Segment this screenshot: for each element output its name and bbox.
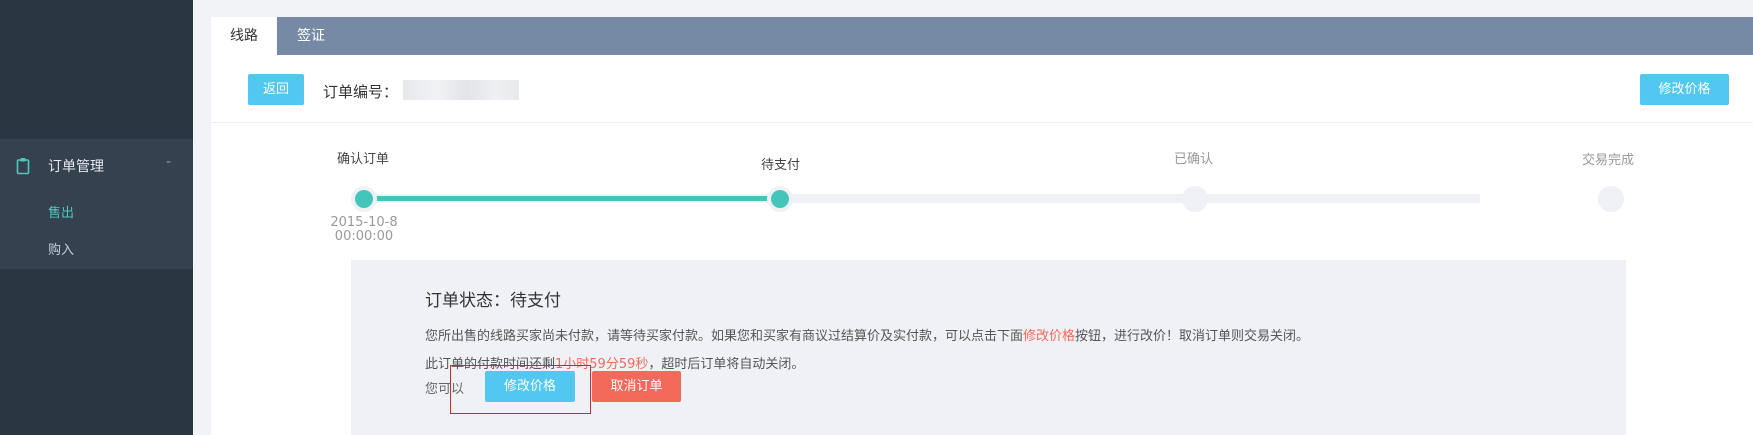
submenu-item-sold[interactable]: 售出 (48, 202, 74, 221)
tab-bar: 线路 签证 (211, 17, 1753, 55)
collapse-icon[interactable]: - (166, 154, 171, 170)
step-label-confirmed: 已确认 (1174, 152, 1214, 167)
status-message-text-end: 按钮，进行改价！取消订单则交易关闭。 (1075, 329, 1310, 344)
step-dot-confirmed (1182, 186, 1208, 212)
back-button[interactable]: 返回 (248, 74, 304, 105)
step-time-date: 2015-10-8 (330, 215, 398, 230)
submenu-item-bought[interactable]: 购入 (48, 239, 74, 258)
menu-item-label: 订单管理 (48, 159, 104, 175)
order-status-box: 订单状态：待支付 您所出售的线路买家尚未付款，请等待买家付款。如果您和买家有商议… (351, 260, 1626, 435)
order-number-label: 订单编号： (323, 83, 399, 101)
main-panel: 线路 签证 返回 订单编号： 修改价格 确认订单 待支付 已确认 交易完成 20… (211, 17, 1753, 435)
menu-item-order-management[interactable]: 订单管理 - (0, 139, 193, 193)
status-message: 您所出售的线路买家尚未付款，请等待买家付款。如果您和买家有商议过结算价及实付款，… (425, 325, 1309, 344)
countdown-text-end: ，超时后订单将自动关闭。 (648, 357, 805, 372)
step-label-confirm: 确认订单 (337, 152, 390, 167)
cancel-order-button[interactable]: 取消订单 (592, 371, 681, 402)
order-status-title: 订单状态：待支付 (425, 291, 561, 311)
status-message-highlight: 修改价格 (1023, 329, 1076, 344)
step-dot-completed (1598, 186, 1624, 212)
edit-price-button-top[interactable]: 修改价格 (1640, 74, 1729, 105)
step-dot-confirm (351, 186, 377, 212)
progress-track-done (364, 196, 780, 201)
tab-visa[interactable]: 签证 (277, 17, 345, 55)
step-label-completed: 交易完成 (1582, 153, 1635, 168)
menu-group-order-management: 订单管理 - 售出 购入 (0, 139, 193, 269)
order-toolbar: 返回 订单编号： 修改价格 (211, 55, 1753, 123)
step-dot-pending-payment (767, 186, 793, 212)
step-time-clock: 00:00:00 (334, 229, 394, 244)
step-time-confirm: 2015-10-8 00:00:00 (319, 216, 409, 244)
highlight-annotation-box (450, 365, 591, 414)
order-progress: 确认订单 待支付 已确认 交易完成 2015-10-8 00:00:00 (211, 124, 1753, 264)
tab-route[interactable]: 线路 (211, 17, 277, 55)
status-message-text: 您所出售的线路买家尚未付款，请等待买家付款。如果您和买家有商议过结算价及实付款，… (425, 329, 1024, 344)
clipboard-icon (16, 157, 30, 175)
step-label-pending-payment: 待支付 (761, 158, 801, 173)
order-number-redacted (403, 80, 519, 100)
sidebar: 订单管理 - 售出 购入 (0, 0, 193, 435)
